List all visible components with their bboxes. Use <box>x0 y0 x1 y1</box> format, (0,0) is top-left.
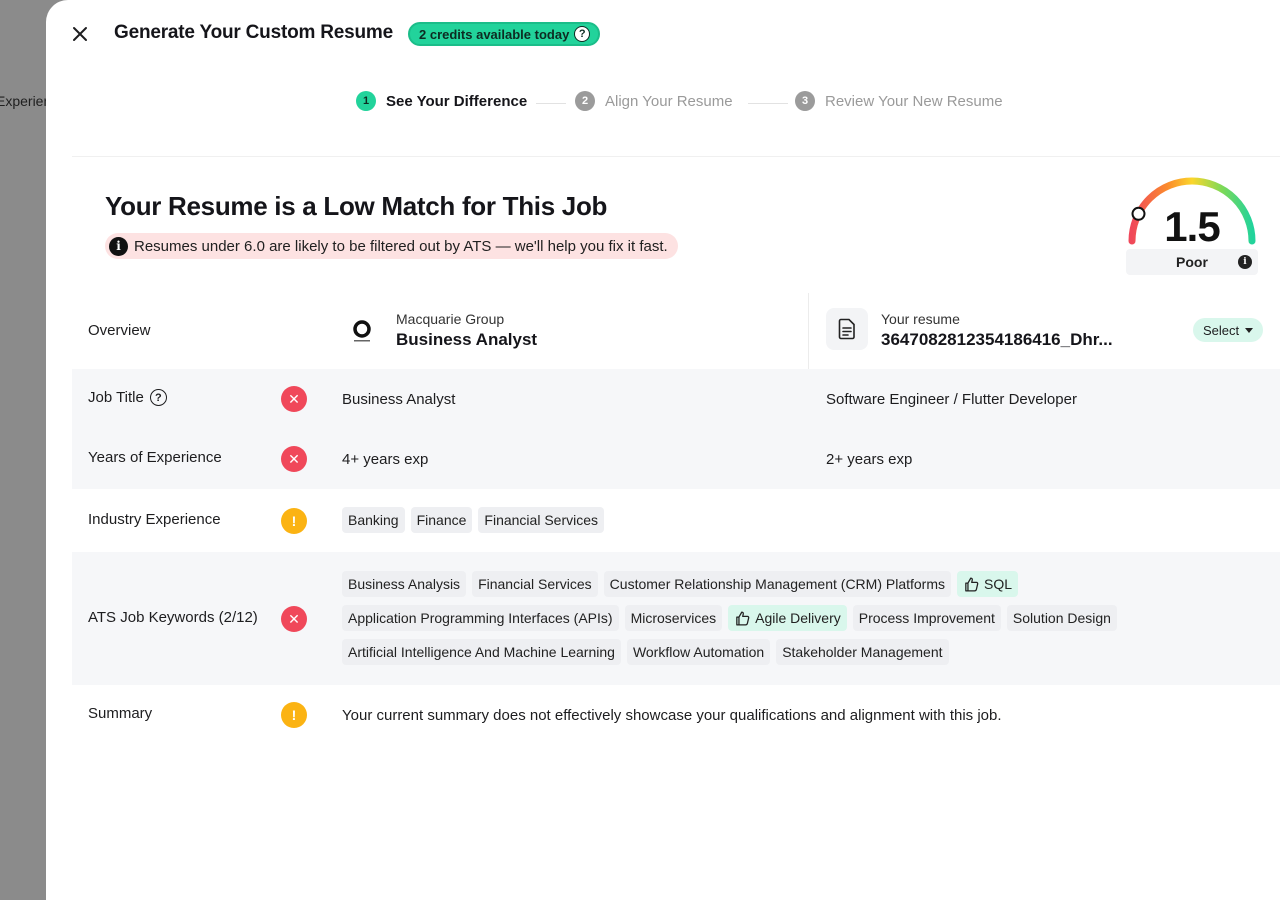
ats-keywords-label: ATS Job Keywords (2/12) <box>88 609 258 626</box>
keyword-tag: Workflow Automation <box>626 639 771 665</box>
overview-label: Overview <box>88 322 151 339</box>
caret-down-icon <box>1245 327 1254 333</box>
score-rating-box: Poor i <box>1126 249 1258 275</box>
keyword-tag-text: SQL <box>984 576 1013 592</box>
step-align-your-resume[interactable]: 2 Align Your Resume <box>575 91 733 111</box>
step-review-your-new-resume[interactable]: 3 Review Your New Resume <box>795 91 1003 111</box>
modal-header: Generate Your Custom Resume 2 credits av… <box>46 0 1280 68</box>
credits-badge: 2 credits available today ? <box>408 22 601 46</box>
match-card: Your Resume is a Low Match for This Job … <box>72 156 1280 900</box>
status-mismatch-icon: ✕ <box>281 386 307 412</box>
overview-row: Overview Macquarie Group Business Analys… <box>72 293 1280 369</box>
industry-tag: Banking <box>342 507 405 533</box>
step-label: Align Your Resume <box>605 92 733 110</box>
years-resume-value: 2+ years exp <box>826 451 913 468</box>
stepper: 1 See Your Difference 2 Align Your Resum… <box>46 91 1280 117</box>
credits-label: 2 credits available today <box>419 26 570 42</box>
status-warning-icon: ! <box>281 702 307 728</box>
step-label: Review Your New Resume <box>825 92 1003 110</box>
thumbs-up-icon <box>965 576 979 592</box>
match-score-gauge: 1.5 Poor i <box>1122 171 1262 276</box>
status-mismatch-icon: ✕ <box>281 446 307 472</box>
ats-keywords-row: ATS Job Keywords (2/12) ✕ Business Analy… <box>72 552 1280 685</box>
keyword-tag-matched: SQL <box>957 571 1019 597</box>
keyword-tags: Business Analysis Financial Services Cus… <box>342 571 1222 665</box>
keyword-tag: Artificial Intelligence And Machine Lear… <box>342 639 621 665</box>
help-icon[interactable]: ? <box>574 26 591 42</box>
keyword-tag: Microservices <box>624 605 723 631</box>
job-title-resume-value: Software Engineer / Flutter Developer <box>826 391 1077 408</box>
status-warning-icon: ! <box>281 508 307 534</box>
keyword-tag-matched: Agile Delivery <box>728 605 847 631</box>
resume-icon-box <box>826 308 868 350</box>
keyword-tag: Stakeholder Management <box>776 639 949 665</box>
keyword-tag: Application Programming Interfaces (APIs… <box>342 605 619 631</box>
match-title: Your Resume is a Low Match for This Job <box>105 191 608 221</box>
industry-tag: Financial Services <box>478 507 605 533</box>
column-divider <box>808 293 809 369</box>
industry-tags: Banking Finance Financial Services <box>342 507 1222 533</box>
select-resume-button[interactable]: Select <box>1193 318 1264 342</box>
keyword-tag: Customer Relationship Management (CRM) P… <box>603 571 952 597</box>
ats-warning: i Resumes under 6.0 are likely to be fil… <box>105 233 678 259</box>
years-job-value: 4+ years exp <box>342 451 429 468</box>
job-title-label-text: Job Title <box>88 389 144 406</box>
select-button-label: Select <box>1203 322 1240 338</box>
step-connector <box>748 103 788 104</box>
keyword-tag: Solution Design <box>1006 605 1117 631</box>
industry-experience-row: Industry Experience ! Banking Finance Fi… <box>72 489 1280 552</box>
step-number: 3 <box>795 91 815 111</box>
job-title-job-value: Business Analyst <box>342 391 456 408</box>
close-button[interactable] <box>68 22 92 46</box>
industry-experience-label: Industry Experience <box>88 511 221 528</box>
keyword-tag: Process Improvement <box>852 605 1001 631</box>
company-name: Macquarie Group <box>396 311 505 327</box>
job-role: Business Analyst <box>396 330 538 349</box>
ats-warning-text: Resumes under 6.0 are likely to be filte… <box>134 237 668 255</box>
job-title-label: Job Title ? <box>88 389 167 406</box>
thumbs-up-icon <box>736 610 750 626</box>
keyword-tag-text: Agile Delivery <box>755 610 841 626</box>
years-experience-row: Years of Experience ✕ 4+ years exp 2+ ye… <box>72 429 1280 489</box>
summary-row: Summary ! Your current summary does not … <box>72 685 1280 747</box>
modal-title: Generate Your Custom Resume <box>114 22 393 43</box>
summary-text: Your current summary does not effectivel… <box>342 707 1002 724</box>
keyword-tag: Business Analysis <box>342 571 467 597</box>
summary-label: Summary <box>88 705 153 722</box>
industry-tag: Finance <box>410 507 473 533</box>
match-score-value: 1.5 <box>1164 203 1220 250</box>
info-icon: i <box>109 236 128 256</box>
close-icon <box>73 27 87 41</box>
comparison-table: Overview Macquarie Group Business Analys… <box>72 293 1280 747</box>
custom-resume-modal: Generate Your Custom Resume 2 credits av… <box>46 0 1280 900</box>
info-icon[interactable]: i <box>1238 255 1252 269</box>
job-title-row: Job Title ? ✕ Business Analyst Software … <box>72 369 1280 429</box>
step-number: 2 <box>575 91 595 111</box>
help-icon[interactable]: ? <box>149 389 167 406</box>
backdrop-peek-text: Experience <box>0 93 46 109</box>
step-see-your-difference[interactable]: 1 See Your Difference <box>356 91 527 111</box>
resume-caption: Your resume <box>881 311 960 327</box>
document-icon <box>838 318 855 340</box>
step-number: 1 <box>356 91 376 111</box>
keyword-tag: Financial Services <box>472 571 598 597</box>
resume-file-name: 3647082812354186416_Dhr... <box>881 330 1113 349</box>
years-experience-label: Years of Experience <box>88 449 222 466</box>
step-connector <box>536 103 566 104</box>
company-logo-icon <box>353 320 371 342</box>
step-label: See Your Difference <box>386 92 528 110</box>
status-mismatch-icon: ✕ <box>281 606 307 632</box>
